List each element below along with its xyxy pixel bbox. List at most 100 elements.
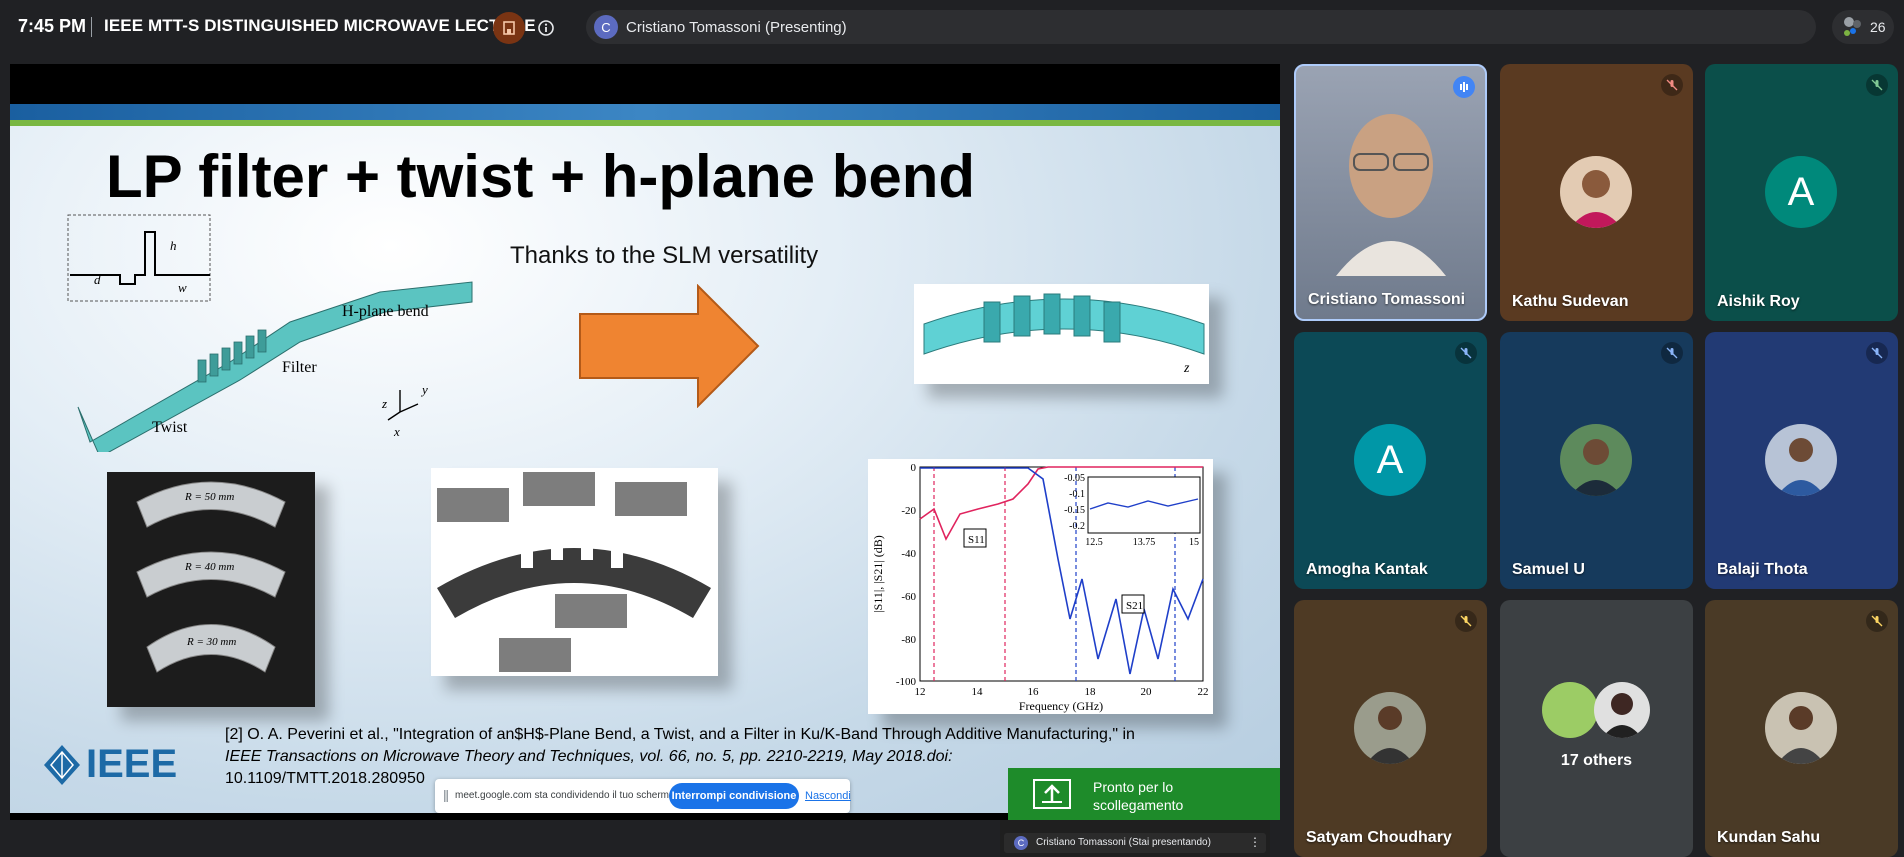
participant-tile[interactable]: 17 others [1500,600,1693,857]
hide-link[interactable]: Nascondi [805,790,851,802]
participant-tile[interactable]: Balaji Thota [1705,332,1898,589]
participant-tile[interactable]: A Amogha Kantak [1294,332,1487,589]
mic-off-icon [1866,342,1888,364]
wk-label: w [178,280,187,295]
participant-tile[interactable]: Samuel U [1500,332,1693,589]
screen-share-bar: meet.google.com sta condividendo il tuo … [435,779,851,813]
slide-title: LP filter + twist + h-plane bend [106,143,976,210]
mini-meet-panel: C Cristiano Tomassoni (Stai presentando)… [1000,820,1270,857]
participant-name: Amogha Kantak [1306,561,1428,578]
orange-arrow [579,284,760,408]
twist-label: Twist [152,419,188,436]
inset-x-tick: 15 [1189,537,1199,548]
z-axis-label: z [381,396,387,411]
slide-green-stripe [10,120,1280,126]
participant-name: Balaji Thota [1717,561,1808,578]
participant-tile[interactable]: Kathu Sudevan [1500,64,1693,321]
more-options-icon[interactable]: ⋮ [1249,835,1261,849]
top-bar: 7:45 PM IEEE MTT-S DISTINGUISHED MICROWA… [0,0,1904,54]
x-tick: 12 [915,686,926,698]
mic-off-icon [1455,342,1477,364]
avatar: A [1765,156,1837,228]
participant-tile[interactable]: Kundan Sahu [1705,600,1898,857]
participant-count: 26 [1870,19,1886,35]
company-icon[interactable] [493,12,525,44]
mini-presenter-row[interactable]: C Cristiano Tomassoni (Stai presentando)… [1004,833,1266,853]
others-count: 17 others [1560,752,1633,769]
filter-label: Filter [282,359,317,376]
bends-photo: R = 50 mm R = 40 mm R = 30 mm [107,472,315,707]
meeting-title: IEEE MTT-S DISTINGUISHED MICROWAVE LECTU… [104,16,536,35]
mini-presenter-label: Cristiano Tomassoni (Stai presentando) [1036,837,1211,848]
plot-ylabel: |S11|, |S21| (dB) [871,535,885,613]
avatar [1560,424,1632,496]
participants-button[interactable]: 26 [1832,10,1894,44]
s21-label: S21 [1126,600,1143,612]
participant-name: Kathu Sudevan [1512,293,1629,310]
y-tick: -40 [901,548,916,560]
participant-tile[interactable]: A Aishik Roy [1705,64,1898,321]
reference-line-2: IEEE Transactions on Microwave Theory an… [225,748,953,765]
participant-tile[interactable]: Cristiano Tomassoni [1294,64,1487,321]
presentation-stage: LP filter + twist + h-plane bend Thanks … [10,64,1280,820]
avatar [1765,424,1837,496]
z-label: z [1183,361,1190,376]
stop-sharing-button[interactable]: Interrompi condivisione [669,783,799,809]
download-toast[interactable]: Pronto per lo scollegamento [1008,768,1280,820]
inset-y-tick: -0.1 [1069,489,1085,500]
people-icon [1844,17,1861,36]
x-tick: 22 [1198,686,1209,698]
slide-header-band [10,104,1280,120]
waveguide-diagram: d h w H-plane bend Filter Twist y z x [67,214,473,452]
x-tick: 20 [1141,686,1153,698]
slide-subtitle: Thanks to the SLM versatility [510,242,819,269]
avatar [1560,156,1632,228]
r40-label: R = 40 mm [184,561,234,573]
mic-off-icon [1661,342,1683,364]
s-parameter-plot: 0 -20 -40 -60 -80 -100 12 14 16 18 20 22… [868,459,1213,714]
participant-name: Aishik Roy [1717,293,1800,310]
x-tick: 18 [1085,686,1097,698]
participant-tile[interactable]: Satyam Choudhary [1294,600,1487,857]
mic-off-icon [1661,74,1683,96]
hk-label: h [170,238,177,253]
avatar [1765,692,1837,764]
presenter-label: Cristiano Tomassoni (Presenting) [626,19,847,36]
inset-x-tick: 12.5 [1085,537,1103,548]
cross-section-photo [431,468,718,676]
inset-y-tick: -0.2 [1069,521,1085,532]
speaking-indicator-icon [1453,76,1475,98]
inset-y-tick: -0.05 [1064,473,1085,484]
presenter-avatar: C [594,15,618,39]
mic-off-icon [1866,74,1888,96]
building-icon [503,21,515,35]
s11-label: S11 [968,534,985,546]
dk-label: d [94,272,101,287]
avatar: A [1354,424,1426,496]
bend-3d-figure: z [914,284,1209,384]
inset-y-tick: -0.15 [1064,505,1085,516]
drag-handle-icon[interactable] [443,790,449,802]
clock: 7:45 PM [18,16,87,36]
presenter-video [1336,114,1446,276]
mic-off-icon [1455,610,1477,632]
reference-line-1: [2] O. A. Peverini et al., "Integration … [225,726,1135,743]
others-avatar-1 [1542,682,1598,738]
y-tick: -20 [901,505,916,517]
others-avatar-2 [1594,682,1650,738]
ieee-logo: IEEE [42,742,202,793]
inset-x-tick: 13.75 [1133,537,1156,548]
presenter-chip[interactable]: C Cristiano Tomassoni (Presenting) [586,10,1816,44]
y-tick: -60 [901,591,916,603]
slide: LP filter + twist + h-plane bend Thanks … [10,104,1280,813]
y-tick: 0 [911,462,917,474]
divider [91,17,92,37]
r30-label: R = 30 mm [186,636,236,648]
participant-name: Cristiano Tomassoni [1308,291,1466,308]
toast-text: Pronto per lo scollegamento [1093,779,1184,813]
upload-icon [1033,779,1071,809]
info-icon[interactable] [535,17,557,39]
r50-label: R = 50 mm [184,491,234,503]
ieee-logo-text: IEEE [86,742,178,786]
y-axis-label: y [420,382,428,397]
